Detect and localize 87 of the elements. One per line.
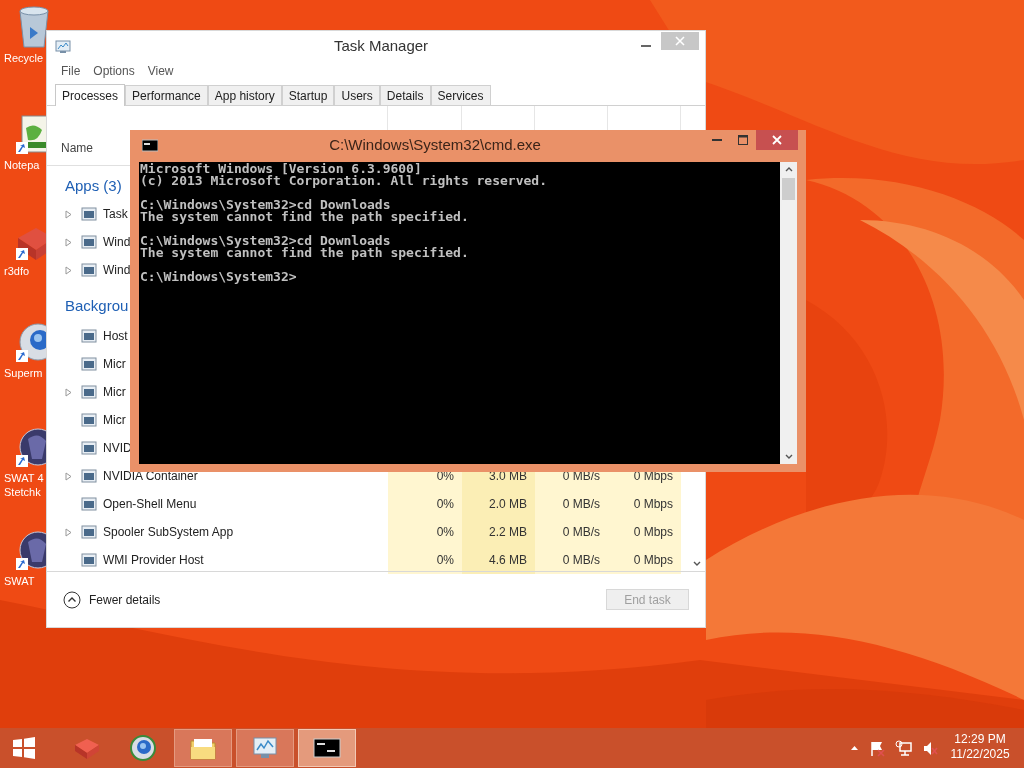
process-name: Micr (103, 384, 126, 401)
close-icon (772, 135, 782, 145)
process-icon (81, 468, 97, 484)
table-cell-text: 2.0 MB (489, 496, 527, 513)
tab[interactable]: App history (207, 85, 282, 105)
console-line: The system cannot find the path specified. (140, 247, 470, 259)
window-title: C:\Windows\System32\cmd.exe (328, 134, 541, 155)
close-button[interactable] (756, 130, 798, 150)
menu-item[interactable]: Options (93, 62, 135, 80)
console-icon (313, 737, 341, 759)
process-name: Micr (103, 356, 126, 373)
tab[interactable]: Processes (55, 84, 126, 106)
tab[interactable]: Services (430, 85, 491, 105)
table-cell-text: 0 MB/s (562, 496, 600, 513)
table-cell-text: 0 Mbps (633, 524, 673, 541)
tab[interactable]: Performance (125, 85, 208, 105)
scroll-down-icon (784, 453, 793, 460)
fewer-details-button[interactable]: Fewer details (63, 590, 161, 609)
globe-icon (129, 734, 157, 762)
process-name: Spooler SubSystem App (103, 524, 234, 541)
clock-date[interactable]: 11/22/2025 (950, 747, 1010, 762)
process-icon (81, 384, 97, 400)
table-cell-text: 4.6 MB (489, 552, 527, 569)
flag-icon (869, 739, 885, 757)
scroll-up-icon (784, 166, 793, 173)
network-icon (895, 739, 912, 757)
taskbar-button[interactable] (298, 729, 356, 767)
group-heading: Apps (3) (65, 175, 122, 196)
console-line: (c) 2013 Microsoft Corporation. All rights reserved. (140, 175, 548, 187)
tab[interactable]: Details (379, 85, 431, 105)
window-title: Task Manager (332, 35, 429, 56)
table-cell-text: 0% (436, 552, 454, 569)
table-cell-text: 0% (436, 524, 454, 541)
menu-item[interactable]: File (61, 62, 81, 80)
clock-time[interactable]: 12:29 PM (954, 732, 1006, 747)
task-manager-icon (55, 38, 71, 54)
process-name: Wind (103, 234, 131, 251)
process-icon (81, 412, 97, 428)
icon-label: Recycle (4, 51, 44, 65)
maximize-icon (738, 135, 748, 145)
table-cell-text: 2.2 MB (489, 524, 527, 541)
console-line: C:\Windows\System32>cd Downloads (140, 199, 391, 211)
process-name: NVIDIA Container (103, 468, 198, 485)
icon-label: Notepa (4, 158, 40, 172)
close-icon (675, 36, 685, 46)
process-icon (81, 496, 97, 512)
tab[interactable]: Users (334, 85, 380, 105)
icon-label: Stetchk (4, 485, 41, 499)
process-name: Host (103, 328, 128, 345)
process-name: Wind (103, 262, 131, 279)
process-name: Task (103, 206, 128, 223)
process-icon (81, 234, 97, 250)
process-icon (81, 328, 97, 344)
show-hidden-icons-icon (850, 744, 859, 752)
monitor-chart-icon (251, 735, 279, 761)
table-cell-text: 0 MB/s (562, 552, 600, 569)
process-icon (81, 356, 97, 372)
table-cell-text: 0 Mbps (633, 552, 673, 569)
process-icon (81, 524, 97, 540)
console-line: C:\Windows\System32> (140, 271, 298, 283)
group-heading: Backgrou (65, 295, 129, 316)
console-icon (142, 138, 158, 152)
process-name: Open-Shell Menu (103, 496, 197, 513)
collapse-icon (63, 590, 81, 609)
process-icon (81, 552, 97, 568)
scroll-thumb[interactable] (782, 178, 795, 200)
console-line: C:\Windows\System32>cd Downloads (140, 235, 391, 247)
icon-label: r3dfo (4, 264, 30, 278)
process-icon (81, 262, 97, 278)
process-name: Micr (103, 412, 126, 429)
start-icon (11, 736, 37, 760)
console-line: The system cannot find the path specified. (140, 211, 470, 223)
column-header: Name (61, 140, 93, 157)
scroll-down-icon (693, 560, 701, 567)
table-cell-text: 0 MB/s (562, 524, 600, 541)
process-icon (81, 440, 97, 456)
console-line: Microsoft Windows [Version 6.3.9600] (140, 163, 423, 175)
icon-label: Superm (4, 366, 43, 380)
icon-label: SWAT 4 (4, 471, 44, 485)
table-cell-text: 0% (436, 496, 454, 513)
icon-label: SWAT (4, 574, 35, 588)
process-name: WMI Provider Host (103, 552, 204, 569)
table-cell-text: 0 Mbps (633, 496, 673, 513)
menu-item[interactable]: View (147, 62, 174, 80)
process-icon (81, 206, 97, 222)
close-button[interactable] (661, 32, 699, 50)
tab[interactable]: Startup (281, 85, 335, 105)
